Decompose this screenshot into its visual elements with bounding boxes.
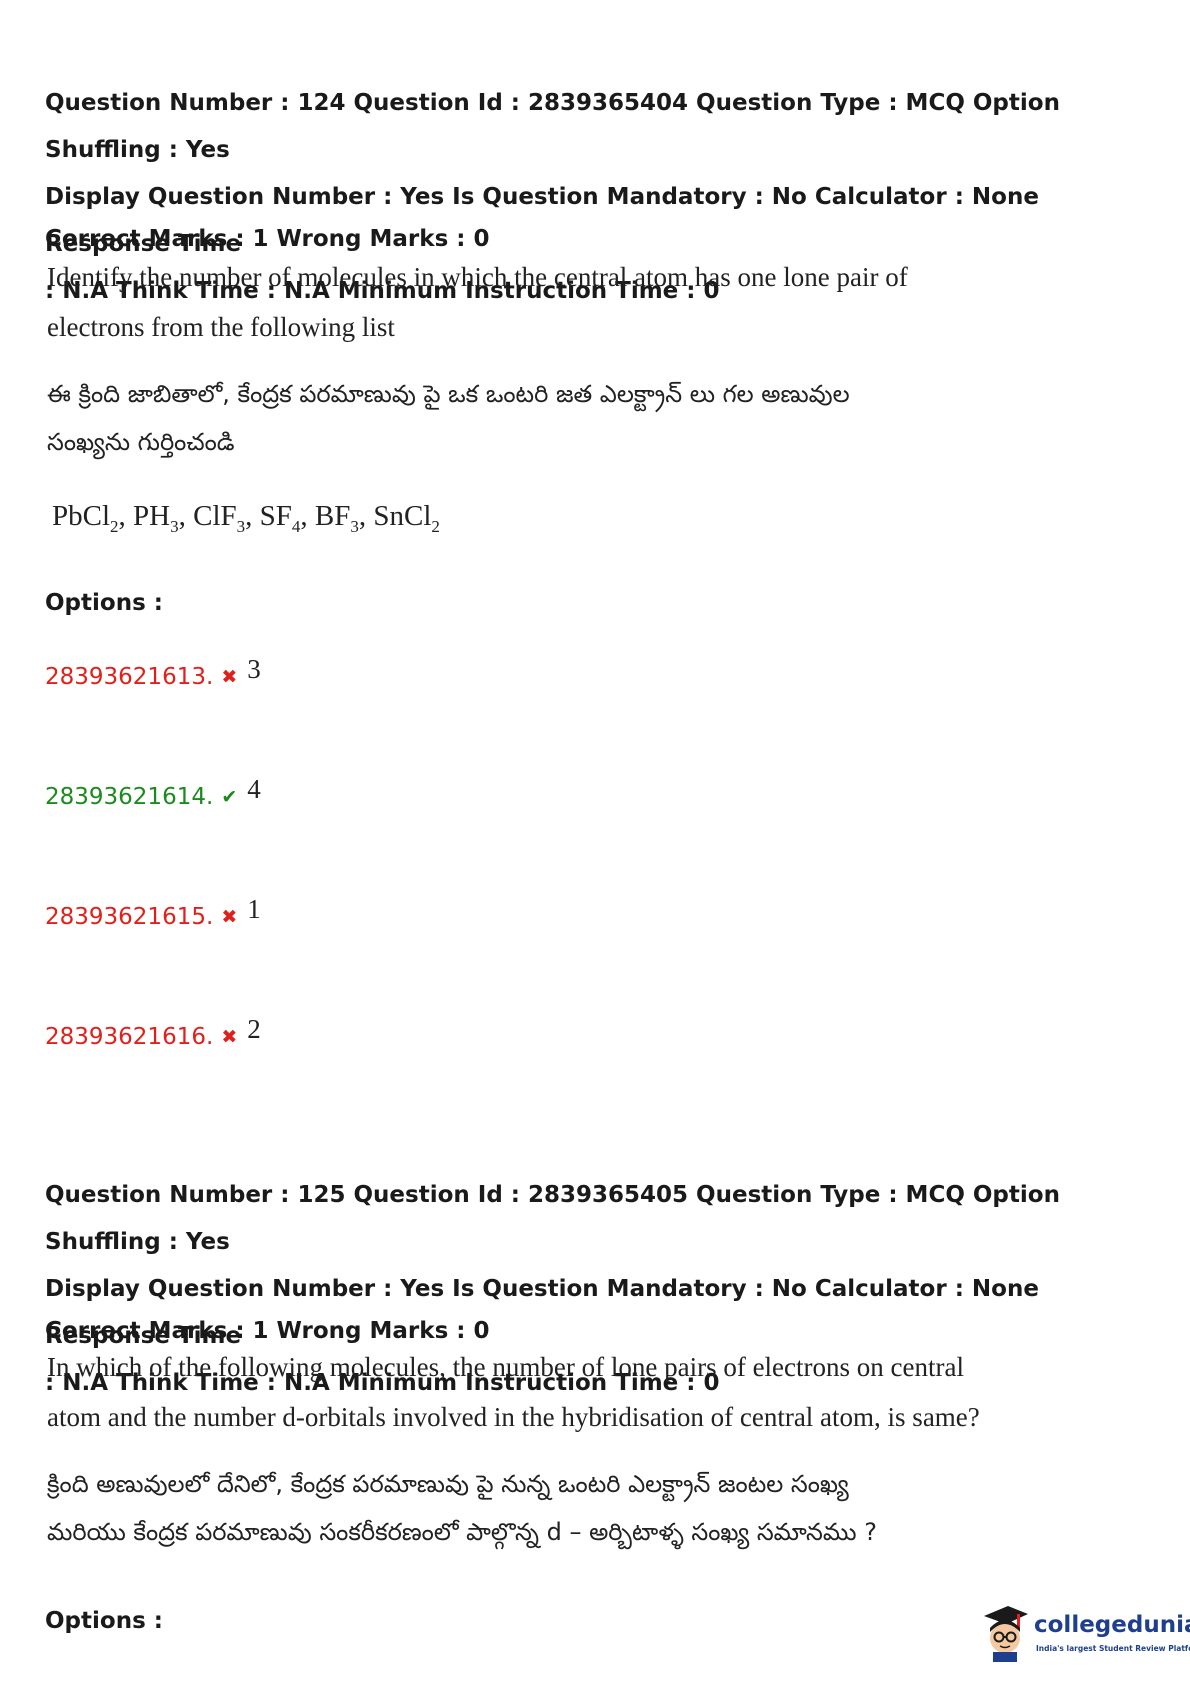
- formula-subscript: 3: [236, 516, 246, 536]
- option-id: 28393621616.: [45, 1024, 214, 1050]
- meta-line: Display Question Number : Yes Is Questio…: [45, 184, 1039, 257]
- option-item: 28393621616. ✖ 2: [45, 1014, 261, 1064]
- formula-part: , PH: [118, 500, 171, 532]
- option-id: 28393621613.: [45, 664, 214, 690]
- logo-tagline: India's largest Student Review Platform: [1036, 1644, 1190, 1653]
- option-id: 28393621615.: [45, 904, 214, 930]
- question-text-en: In which of the following molecules, the…: [47, 1352, 964, 1382]
- formula-part: PbCl: [52, 500, 111, 532]
- option-item: 28393621613. ✖ 3: [45, 654, 261, 704]
- meta-line: Question Number : 124 Question Id : 2839…: [45, 90, 1060, 163]
- option-value: 3: [247, 654, 261, 684]
- molecule-list: PbCl2, PH3, ClF3, SF4, BF3, SnCl2: [52, 500, 440, 537]
- option-value: 2: [247, 1014, 261, 1044]
- option-value: 4: [247, 774, 261, 804]
- cross-icon: ✖: [221, 666, 238, 688]
- marks-info: Correct Marks : 1 Wrong Marks : 0: [45, 226, 490, 252]
- marks-info: Correct Marks : 1 Wrong Marks : 0: [45, 1318, 490, 1344]
- cross-icon: ✖: [221, 906, 238, 928]
- document-page: Question Number : 124 Question Id : 2839…: [0, 0, 1190, 1684]
- options-label: Options :: [45, 1608, 163, 1634]
- question-text-en: electrons from the following list: [47, 312, 395, 342]
- option-item: 28393621614. ✔ 4: [45, 774, 261, 824]
- option-item: 28393621615. ✖ 1: [45, 894, 261, 944]
- check-icon: ✔: [221, 786, 238, 808]
- option-id: 28393621614.: [45, 784, 214, 810]
- option-value: 1: [247, 894, 261, 924]
- question-text-en: atom and the number d-orbitals involved …: [47, 1402, 980, 1432]
- cross-icon: ✖: [221, 1026, 238, 1048]
- formula-part: , SnCl: [358, 500, 432, 532]
- formula-subscript: 3: [350, 516, 359, 536]
- logo-brand: collegedunia: [1034, 1612, 1190, 1638]
- options-label: Options :: [45, 590, 163, 616]
- question-text-te: మరియు కేంద్రక పరమాణువు సంకరీకరణంలో పాల్గ…: [47, 1518, 877, 1546]
- question-text-te: క్రింది అణువులలో దేనిలో, కేంద్రక పరమాణువ…: [47, 1470, 849, 1498]
- formula-part: , SF: [245, 500, 292, 532]
- student-avatar-icon: [984, 1606, 1028, 1662]
- formula-subscript: 2: [110, 516, 119, 536]
- formula-part: , ClF: [178, 500, 237, 532]
- question-text-en: Identify the number of molecules in whic…: [47, 262, 908, 292]
- meta-line: Question Number : 125 Question Id : 2839…: [45, 1182, 1060, 1255]
- formula-part: , BF: [300, 500, 351, 532]
- meta-line: Display Question Number : Yes Is Questio…: [45, 1276, 1039, 1349]
- question-text-te: ఈ క్రింది జాబితాలో, కేంద్రక పరమాణువు పై …: [47, 380, 850, 408]
- formula-subscript: 3: [170, 516, 179, 536]
- question-text-te: సంఖ్యను గుర్తించండి: [47, 428, 235, 456]
- collegedunia-logo: collegedunia India's largest Student Rev…: [980, 1600, 1190, 1670]
- formula-subscript: 2: [431, 516, 440, 536]
